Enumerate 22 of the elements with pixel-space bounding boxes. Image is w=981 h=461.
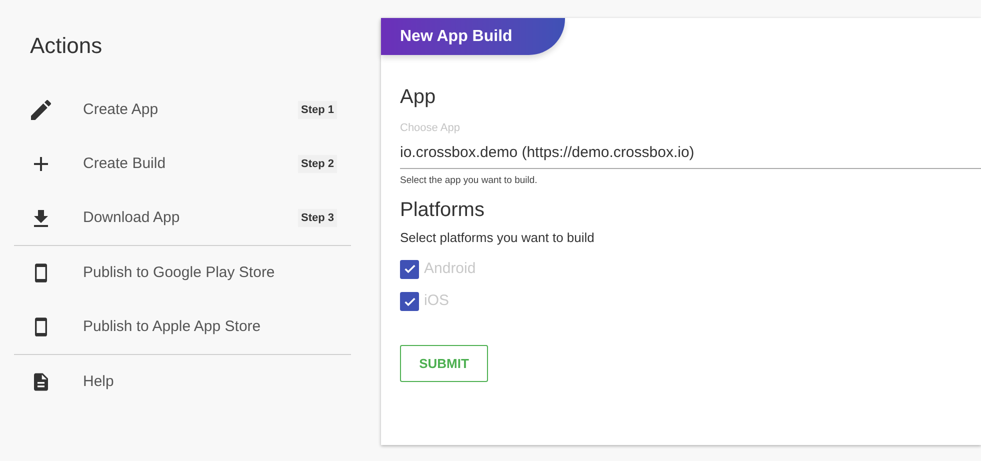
sidebar-item[interactable]: Help <box>14 355 351 409</box>
download-icon <box>34 210 48 226</box>
step-label: Step 3 <box>298 208 337 228</box>
sidebar-title: Actions <box>29 32 102 60</box>
checkmark-icon <box>402 262 416 276</box>
step-label: Step 2 <box>298 154 337 174</box>
sidebar-item[interactable]: Publish to Apple App Store <box>14 300 351 354</box>
sidebar-item[interactable]: Create App Step 1 <box>14 83 351 137</box>
document-icon <box>34 373 48 391</box>
section-subtitle: Select platforms you want to build <box>400 229 594 248</box>
sidebar-item[interactable]: Publish to Google Play Store <box>14 246 351 300</box>
helper-text: Select the app you want to build. <box>400 174 538 188</box>
sidebar-item[interactable]: Create Build Step 2 <box>14 137 351 191</box>
plus-icon <box>34 157 48 171</box>
pencil-icon <box>31 100 51 120</box>
choose-app-field[interactable]: Choose App io.crossbox.demo (https://demo.crossbox.io) <box>400 121 981 169</box>
phone-icon <box>35 263 47 283</box>
phone-icon <box>35 317 47 337</box>
sidebar-item[interactable]: Download App Step 3 <box>14 191 351 245</box>
step-label: Step 1 <box>298 100 337 120</box>
section-heading: Platforms <box>400 198 484 222</box>
section-heading: App <box>400 85 436 109</box>
